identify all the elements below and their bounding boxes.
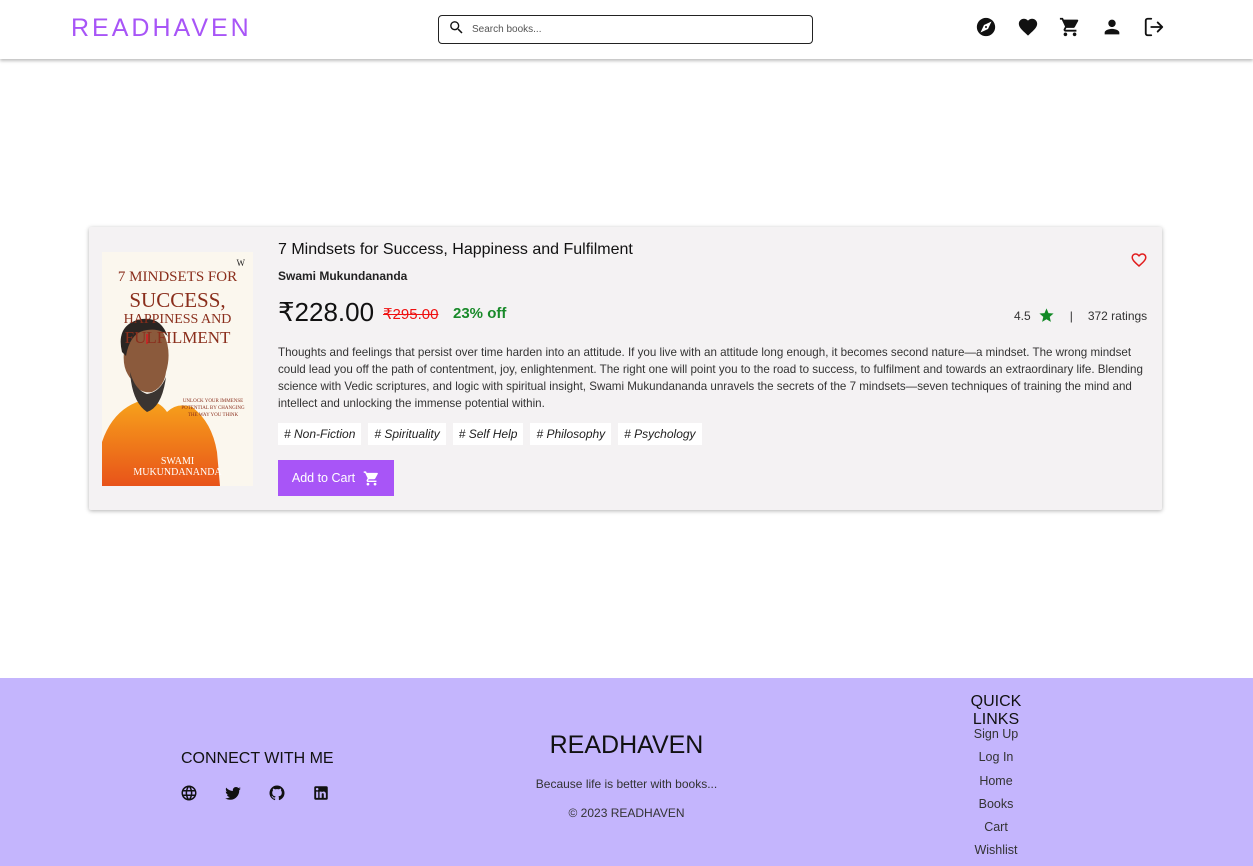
quick-link-books[interactable]: Books xyxy=(946,795,1046,818)
tag-chip[interactable]: # Psychology xyxy=(618,423,702,445)
footer-copyright: © 2023 READHAVEN xyxy=(568,806,685,820)
cart-icon xyxy=(363,470,380,487)
search-input[interactable] xyxy=(472,24,792,35)
cover-author: SWAMI MUKUNDANANDA xyxy=(102,456,253,478)
book-price: ₹228.00 xyxy=(278,297,375,327)
ratings-count: 372 ratings xyxy=(1087,308,1148,323)
rating-summary: 4.5 | 372 ratings xyxy=(1014,307,1147,324)
quick-link-log-in[interactable]: Log In xyxy=(946,748,1046,771)
tag-chip[interactable]: # Non-Fiction xyxy=(278,423,362,445)
cover-author-line: SWAMI xyxy=(160,456,195,467)
cover-tagline: UNLOCK YOUR IMMENSE POTENTIAL BY CHANGIN… xyxy=(181,399,245,418)
tag-list: # Non-Fiction # Spirituality # Self Help… xyxy=(278,423,702,445)
publisher-logo: W xyxy=(236,258,246,268)
rating-value: 4.5 xyxy=(1014,308,1031,323)
tag-chip[interactable]: # Spirituality xyxy=(368,423,446,445)
book-description: Thoughts and feelings that persist over … xyxy=(278,346,1143,410)
footer-brand: READHAVEN xyxy=(549,731,704,759)
tag-chip[interactable]: # Philosophy xyxy=(530,423,612,445)
quick-links-title: QUICK LINKS xyxy=(970,693,1022,728)
book-card: W 7 MINDSETS FOR SUCCESS, HAPPINESS AND … xyxy=(89,227,1162,510)
footer-tagline: Because life is better with books... xyxy=(535,777,718,791)
explore-icon[interactable] xyxy=(975,16,997,38)
star-icon xyxy=(1031,307,1055,324)
cover-author-line: MUKUNDANANDA xyxy=(133,467,222,478)
original-price: ₹295.00 xyxy=(383,306,439,323)
nav-icon-group xyxy=(975,16,1165,38)
cover-title-line: SUCCESS, xyxy=(129,288,226,312)
cover-title-line: 7 MINDSETS FOR xyxy=(117,269,238,285)
cover-title-line: FULFILMENT xyxy=(124,328,231,347)
search-icon xyxy=(448,19,465,41)
quick-link-sign-up[interactable]: Sign Up xyxy=(946,725,1046,748)
add-to-cart-label: Add to Cart xyxy=(291,471,356,485)
book-title[interactable]: 7 Mindsets for Success, Happiness and Fu… xyxy=(278,241,633,259)
quick-link-wishlist[interactable]: Wishlist xyxy=(946,841,1046,864)
wishlist-heart-icon[interactable] xyxy=(1130,251,1148,269)
wishlist-icon[interactable] xyxy=(1017,16,1039,38)
book-author: Swami Mukundananda xyxy=(278,269,408,283)
cover-title-line: HAPPINESS AND xyxy=(123,312,232,327)
quick-link-home[interactable]: Home xyxy=(946,772,1046,795)
brand-logo[interactable]: READHAVEN xyxy=(71,14,252,43)
add-to-cart-button[interactable]: Add to Cart xyxy=(278,460,394,496)
profile-icon[interactable] xyxy=(1101,16,1123,38)
discount-badge: 23% off xyxy=(453,305,507,322)
search-bar[interactable] xyxy=(438,15,813,44)
top-navbar: READHAVEN xyxy=(0,0,1253,59)
rating-separator: | xyxy=(1069,308,1073,323)
quick-link-cart[interactable]: Cart xyxy=(946,818,1046,841)
cart-icon[interactable] xyxy=(1059,16,1081,38)
tag-chip[interactable]: # Self Help xyxy=(452,423,524,445)
quick-links-list: Sign Up Log In Home Books Cart Wishlist xyxy=(946,725,1046,865)
site-footer: CONNECT WITH ME READHAVEN Because life i… xyxy=(0,678,1253,866)
book-cover-image[interactable]: W 7 MINDSETS FOR SUCCESS, HAPPINESS AND … xyxy=(102,252,253,486)
logout-icon[interactable] xyxy=(1143,16,1165,38)
